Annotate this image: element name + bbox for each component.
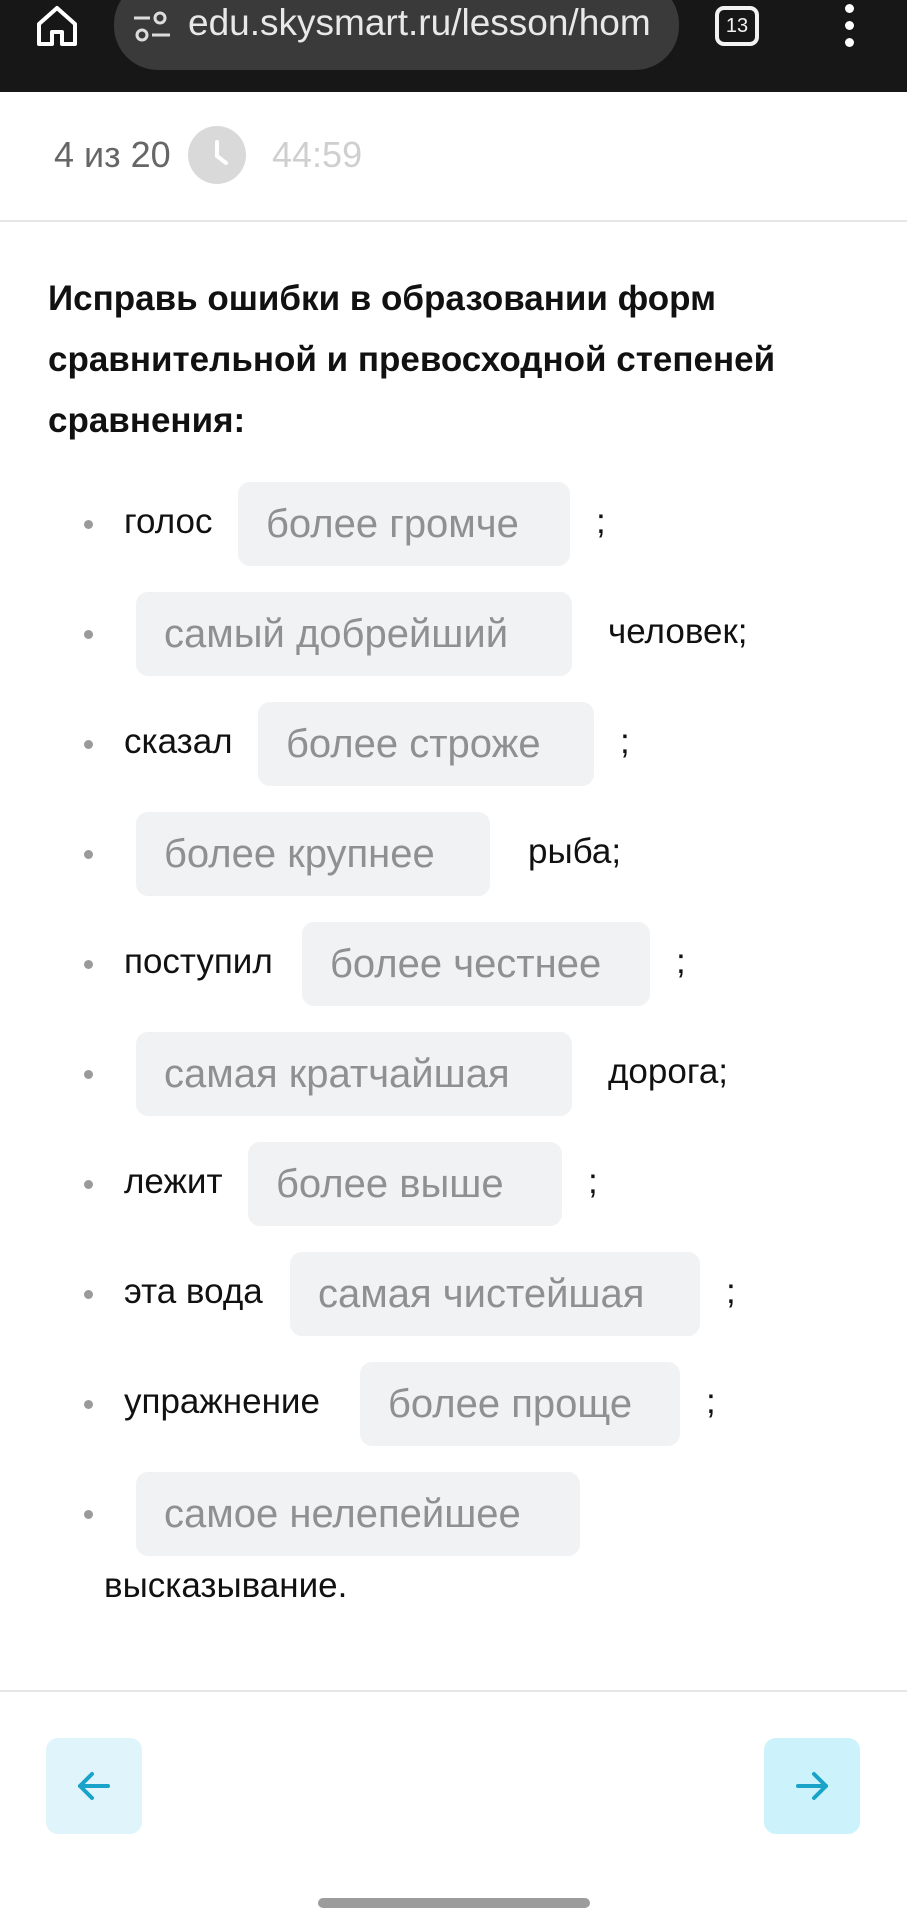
question-title: Исправь ошибки в образовании форм сравни… bbox=[48, 279, 776, 440]
item-text-before: эта вода bbox=[124, 1272, 263, 1311]
answer-field[interactable]: более громче bbox=[238, 482, 570, 566]
list-item: сказал более строже ; bbox=[0, 702, 907, 786]
item-text-after: высказывание. bbox=[104, 1566, 348, 1605]
item-text-before: поступил bbox=[124, 942, 273, 981]
answer-field[interactable]: более выше bbox=[248, 1142, 562, 1226]
answer-field[interactable]: самый добрейший bbox=[136, 592, 572, 676]
home-icon[interactable] bbox=[34, 2, 80, 48]
item-text-after: дорога; bbox=[608, 1052, 729, 1091]
question-counter: 4 из 20 bbox=[54, 134, 171, 175]
item-text-after: рыба; bbox=[528, 832, 622, 871]
progress-header: 4 из 20 44:59 bbox=[0, 92, 907, 222]
prev-button[interactable] bbox=[46, 1738, 142, 1834]
list-item: упражнение более проще ; bbox=[0, 1362, 907, 1446]
item-text-before: лежит bbox=[124, 1162, 223, 1201]
answer-field[interactable]: более проще bbox=[360, 1362, 680, 1446]
list-item: самое нелепейшее высказывание. bbox=[0, 1472, 907, 1605]
next-button[interactable] bbox=[764, 1738, 860, 1834]
list-item: голос более громче ; bbox=[0, 482, 907, 566]
item-text-after: ; bbox=[676, 942, 686, 981]
answer-field[interactable]: самое нелепейшее bbox=[136, 1472, 580, 1556]
bullet bbox=[84, 740, 93, 749]
url-text[interactable]: edu.skysmart.ru/lesson/hom bbox=[188, 2, 658, 44]
list-item: более крупнее рыба; bbox=[0, 812, 907, 896]
item-text-after: ; bbox=[706, 1382, 716, 1421]
answer-field[interactable]: самая чистейшая bbox=[290, 1252, 700, 1336]
bullet bbox=[84, 520, 93, 529]
browser-toolbar: edu.skysmart.ru/lesson/hom 13 bbox=[0, 0, 907, 92]
answer-field[interactable]: более честнее bbox=[302, 922, 650, 1006]
list-item: поступил более честнее ; bbox=[0, 922, 907, 1006]
item-text-after: ; bbox=[726, 1272, 736, 1311]
list-item: самая кратчайшая дорога; bbox=[0, 1032, 907, 1116]
bullet bbox=[84, 850, 93, 859]
clock-icon bbox=[188, 126, 246, 184]
arrow-right-icon bbox=[796, 1772, 828, 1800]
item-text-before: упражнение bbox=[124, 1382, 320, 1421]
item-text-after: ; bbox=[596, 502, 606, 541]
tabs-icon[interactable]: 13 bbox=[715, 6, 759, 46]
site-settings-icon[interactable] bbox=[132, 10, 172, 44]
bullet bbox=[84, 1510, 93, 1519]
more-vert-icon[interactable] bbox=[840, 4, 858, 50]
gesture-bar[interactable] bbox=[318, 1898, 590, 1908]
list-item: лежит более выше ; bbox=[0, 1142, 907, 1226]
list-item: самый добрейший человек; bbox=[0, 592, 907, 676]
answer-field[interactable]: самая кратчайшая bbox=[136, 1032, 572, 1116]
item-text-before: голос bbox=[124, 502, 213, 541]
item-text-after: ; bbox=[620, 722, 630, 761]
address-bar[interactable]: edu.skysmart.ru/lesson/hom bbox=[114, 0, 679, 70]
item-text-after: ; bbox=[588, 1162, 598, 1201]
answer-field[interactable]: более строже bbox=[258, 702, 594, 786]
bullet bbox=[84, 960, 93, 969]
bullet bbox=[84, 630, 93, 639]
item-text-after: человек; bbox=[608, 612, 748, 651]
timer: 44:59 bbox=[272, 134, 363, 175]
bullet bbox=[84, 1290, 93, 1299]
item-text-before: сказал bbox=[124, 722, 233, 761]
divider bbox=[0, 1690, 907, 1692]
arrow-left-icon bbox=[78, 1772, 110, 1800]
bullet bbox=[84, 1180, 93, 1189]
bullet bbox=[84, 1400, 93, 1409]
list-item: эта вода самая чистейшая ; bbox=[0, 1252, 907, 1336]
answer-field[interactable]: более крупнее bbox=[136, 812, 490, 896]
bullet bbox=[84, 1070, 93, 1079]
